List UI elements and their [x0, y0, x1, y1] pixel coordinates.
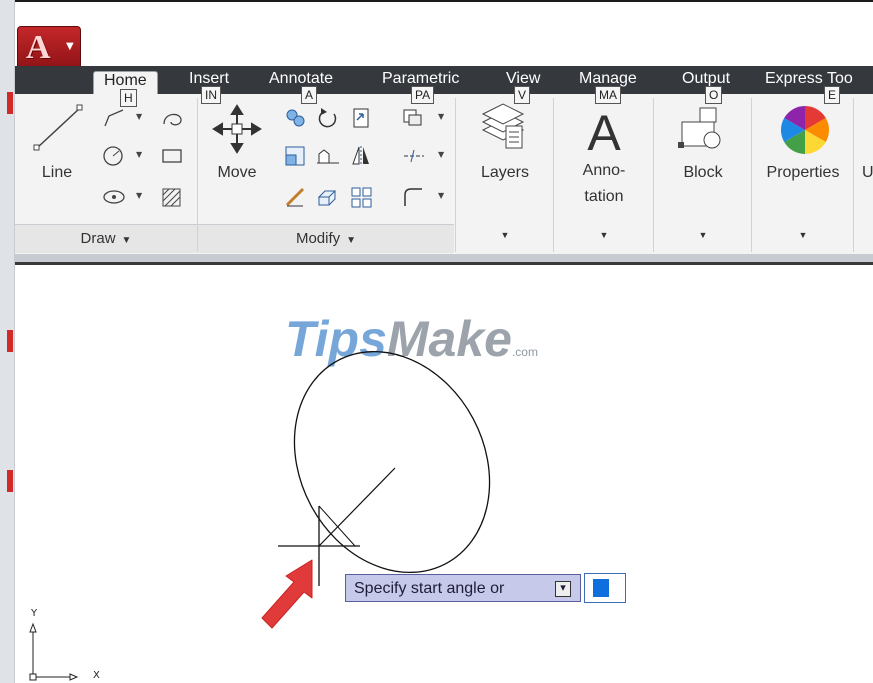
options-menu-icon[interactable]: ▾: [555, 581, 571, 597]
arrow-pointer-icon: [261, 559, 313, 629]
ellipse-shape: [293, 351, 491, 573]
input-caret-highlight: [593, 579, 609, 597]
ucs-x-label: X: [93, 670, 100, 681]
ucs-icon: [29, 622, 79, 681]
prompt-text: Specify start angle or: [354, 580, 505, 597]
dynamic-input-prompt: Specify start angle or ▾: [345, 574, 581, 602]
rubberband-line: [318, 467, 396, 547]
dynamic-input-field[interactable]: [584, 573, 626, 603]
ucs-y-label: Y: [31, 608, 38, 619]
